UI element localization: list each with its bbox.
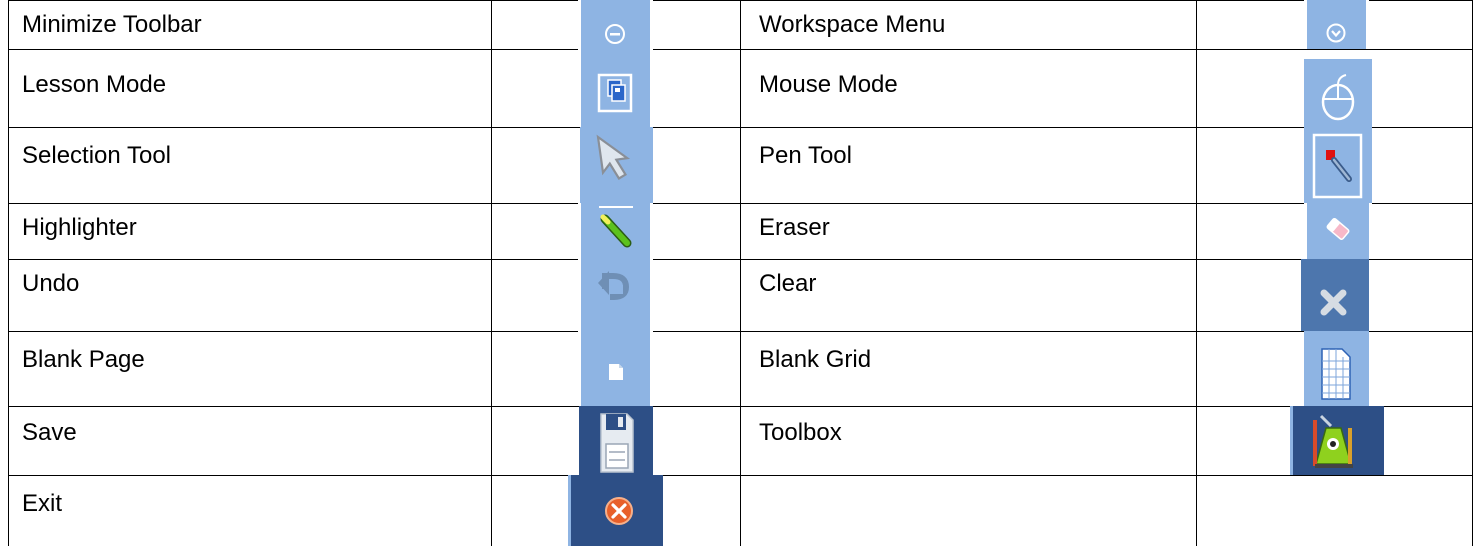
blank-page-icon (578, 331, 653, 406)
table-cell-label: Selection Tool (22, 142, 171, 169)
table-cell-label: Eraser (759, 214, 830, 241)
table-border-left (8, 0, 9, 546)
table-cell-label: Exit (22, 490, 63, 517)
pen-icon (1304, 127, 1372, 203)
row-divider (8, 259, 1473, 260)
row-divider (8, 331, 1473, 332)
undo-icon (578, 259, 653, 331)
table-cell-label: Pen Tool (759, 142, 852, 169)
table-cell-label: Blank Grid (759, 346, 872, 373)
table-cell-label: Highlighter (22, 214, 137, 241)
row-divider (8, 49, 1473, 50)
mouse-icon (1304, 59, 1372, 127)
table-cell-label: Blank Page (22, 346, 145, 373)
table-divider (491, 0, 492, 546)
row-divider (8, 127, 1473, 128)
table-cell-label: Clear (759, 270, 817, 297)
table-cell-label: Save (22, 419, 77, 446)
highlighter-icon (578, 203, 653, 259)
row-divider (8, 406, 1473, 407)
arrow-cursor-icon (580, 127, 653, 203)
floppy-disk-icon (579, 406, 653, 475)
grid-page-icon (1304, 331, 1369, 406)
table-cell-label: Minimize Toolbar (22, 11, 202, 38)
table-border-top (8, 0, 1473, 1)
row-divider (8, 475, 1473, 476)
table-cell-label: Toolbox (759, 419, 842, 446)
row-divider (8, 203, 1473, 204)
lesson-pages-icon (578, 49, 653, 127)
minimize-icon (578, 0, 653, 49)
table-divider (1196, 0, 1197, 546)
table-border-right (1472, 0, 1473, 546)
eraser-icon (1304, 203, 1372, 259)
close-x-icon (1301, 259, 1369, 331)
table-cell-label: Mouse Mode (759, 71, 898, 98)
table-divider (740, 0, 741, 546)
toolbox-icon (1290, 406, 1384, 475)
table-cell-label: Workspace Menu (759, 11, 946, 38)
table-cell-label: Lesson Mode (22, 71, 167, 98)
chevron-down-circle-icon (1304, 0, 1369, 49)
exit-icon (568, 475, 663, 546)
table-cell-label: Undo (22, 270, 80, 297)
